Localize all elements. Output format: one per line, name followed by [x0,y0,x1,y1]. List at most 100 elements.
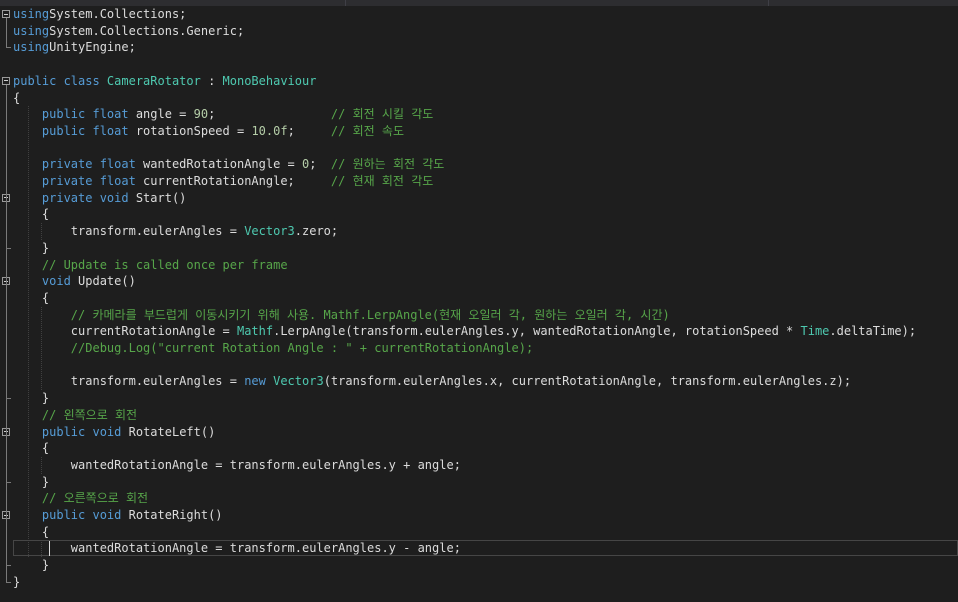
code-text: currentRotationAngle = [13,324,237,339]
code-line-23[interactable]: transform.eulerAngles = new Vector3(tran… [13,373,851,390]
code-number: 90 [193,107,209,122]
code-comment: // 원하는 회전 각도 [330,157,445,172]
code-line-27[interactable]: { [13,440,49,457]
collapse-region-icon[interactable] [2,10,10,18]
code-comment: // Update is called once per frame [41,257,288,272]
outline-end [6,581,11,583]
tab-separator [345,0,346,6]
tab-separator [768,0,769,6]
code-keyword: public float [41,107,129,122]
code-keyword: public class [13,73,107,88]
code-line-21[interactable]: //Debug.Log("current Rotation Angle : " … [13,340,533,357]
code-text: : [200,73,223,88]
code-keyword: public void [41,424,122,439]
code-line-20[interactable]: currentRotationAngle = Mathf.LerpAngle(t… [13,323,916,340]
code-line-15[interactable]: } [13,240,49,257]
outline-end [6,47,11,49]
code-comment: // 카메라를 부드럽게 이동시키기 위해 사용. Mathf.LerpAngl… [70,307,670,322]
code-text: (transform.eulerAngles.x, currentRotatio… [323,374,852,389]
code-text: .deltaTime); [829,324,917,339]
code-line-25[interactable]: // 왼쪽으로 회전 [13,407,137,424]
code-type: Vector3 [273,374,324,389]
outline-line [6,285,7,399]
code-line-34[interactable]: } [13,557,49,574]
code-type: Time [800,324,830,339]
code-keyword: using [13,40,50,55]
code-line-2[interactable]: usingSystem.Collections.Generic; [13,23,244,40]
current-line-highlight [13,540,958,557]
code-text: angle = [128,107,194,122]
code-line-3[interactable]: usingUnityEngine; [13,39,136,56]
code-text: wantedRotationAngle = [135,157,302,172]
code-line-32[interactable]: { [13,524,49,541]
code-text: { [13,524,50,539]
code-line-13[interactable]: { [13,206,49,223]
code-keyword: private float [41,157,136,172]
code-text: currentRotationAngle; [135,174,331,188]
code-text: } [13,574,21,589]
code-line-24[interactable]: } [13,390,49,407]
code-line-8[interactable]: public float rotationSpeed = 10.0f; // 회… [13,123,404,140]
code-text: { [13,290,50,305]
code-keyword: private float [41,174,136,188]
code-line-35[interactable]: } [13,574,20,591]
code-line-11[interactable]: private float currentRotationAngle; // 현… [13,173,433,190]
code-line-16[interactable]: // Update is called once per frame [13,257,288,274]
code-line-31[interactable]: public void RotateRight() [13,507,223,524]
code-type: MonoBehaviour [222,73,317,88]
code-text: transform.eulerAngles = [13,224,245,239]
code-comment: // 현재 회전 각도 [330,174,434,188]
code-text: ; [309,157,331,172]
code-comment: //Debug.Log("current Rotation Angle : " … [70,341,534,355]
code-text: UnityEngine; [49,40,136,55]
code-keyword: private void [41,190,129,205]
code-text: transform.eulerAngles = [13,374,245,389]
code-text: .zero; [294,224,339,239]
code-line-28[interactable]: wantedRotationAngle = transform.eulerAng… [13,457,461,474]
code-line-19[interactable]: // 카메라를 부드럽게 이동시키기 위해 사용. Mathf.LerpAngl… [13,307,670,324]
code-line-6[interactable]: { [13,90,20,107]
code-text: } [13,474,50,489]
code-type: CameraRotator [106,73,201,88]
code-text: RotateRight() [121,508,223,522]
code-line-29[interactable]: } [13,474,49,491]
code-line-26[interactable]: public void RotateLeft() [13,424,215,441]
code-line-14[interactable]: transform.eulerAngles = Vector3.zero; [13,223,338,240]
code-line-12[interactable]: private void Start() [13,190,187,207]
code-line-5[interactable]: public class CameraRotator : MonoBehavio… [13,73,316,90]
code-comment: // 회전 시킬 각도 [330,107,434,122]
code-text: rotationSpeed = [128,123,252,138]
outline-end [6,247,11,249]
code-line-17[interactable]: void Update() [13,273,136,290]
text-cursor [49,541,51,557]
outline-end [6,565,11,567]
outline-line [6,519,7,566]
outline-line [6,435,7,482]
code-line-7[interactable]: public float angle = 90; // 회전 시킬 각도 [13,106,433,123]
code-text: ; [287,123,331,138]
code-text: { [13,90,21,105]
code-text: { [13,207,50,222]
code-comment: // 오른쪽으로 회전 [41,491,149,506]
code-line-10[interactable]: private float wantedRotationAngle = 0; /… [13,156,444,173]
code-text: .LerpAngle(transform.eulerAngles.y, want… [273,324,801,339]
collapse-region-icon[interactable] [2,76,10,85]
code-line-1[interactable]: usingSystem.Collections; [13,6,186,23]
code-line-30[interactable]: // 오른쪽으로 회전 [13,490,148,507]
code-type: Mathf [236,324,274,339]
code-keyword: void [41,274,71,289]
outline-end [6,398,11,400]
code-keyword: public float [41,123,129,138]
code-text: System.Collections; [49,7,187,21]
code-line-18[interactable]: { [13,290,49,307]
